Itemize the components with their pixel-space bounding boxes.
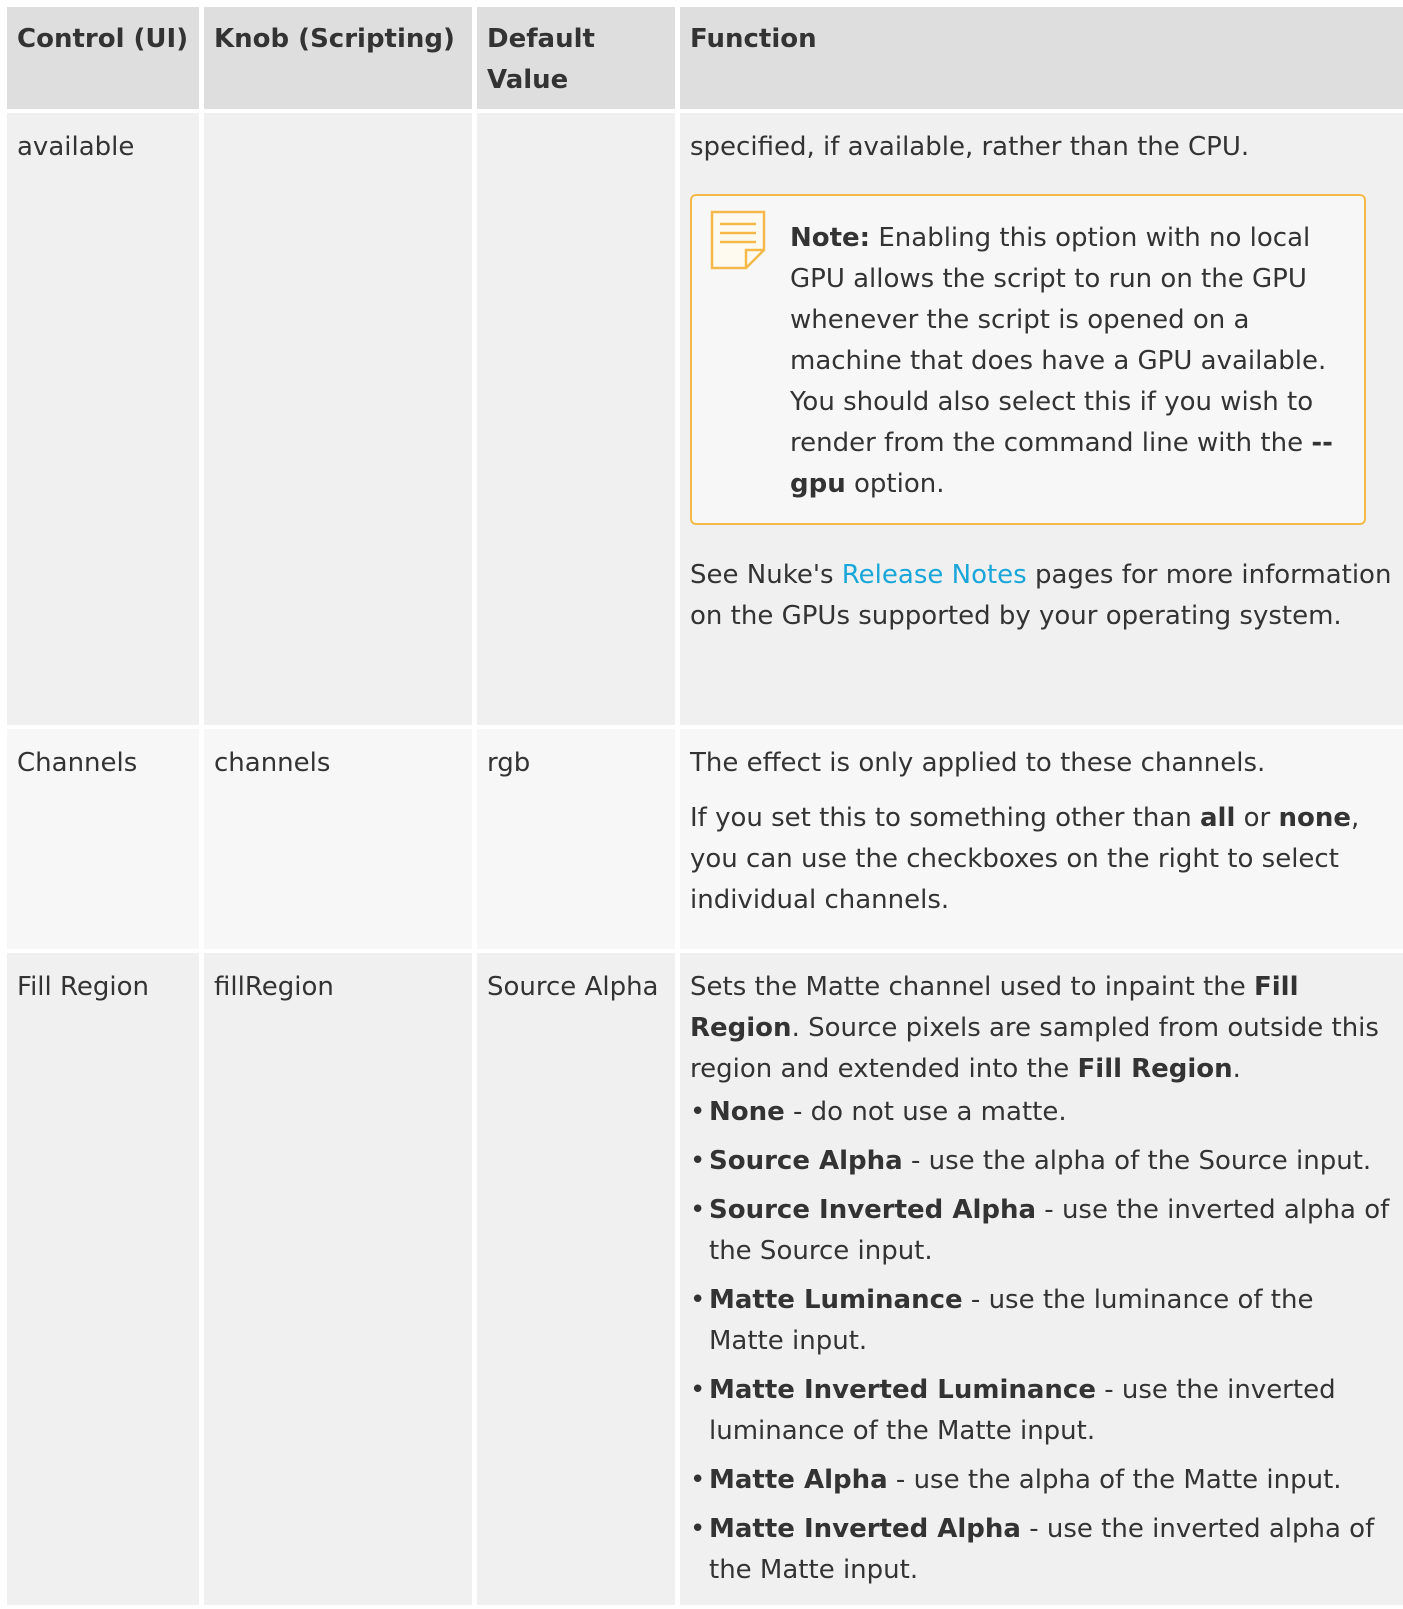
see-text: See Nuke's bbox=[690, 560, 842, 590]
cell-knob: fillRegion bbox=[204, 953, 477, 1609]
cell-control: Fill Region bbox=[7, 953, 204, 1609]
option-none: none bbox=[1278, 803, 1352, 833]
list-item: Source Alpha - use the alpha of the Sour… bbox=[690, 1141, 1393, 1182]
header-function: Function bbox=[680, 7, 1403, 113]
option-desc: - use the alpha of the Matte input. bbox=[887, 1465, 1342, 1495]
cell-function: The effect is only applied to these chan… bbox=[680, 729, 1403, 953]
header-control: Control (UI) bbox=[7, 7, 204, 113]
option-name: Matte Inverted Alpha bbox=[709, 1514, 1021, 1544]
function-text: The effect is only applied to these chan… bbox=[690, 748, 1266, 778]
option-all: all bbox=[1200, 803, 1236, 833]
option-desc: - do not use a matte. bbox=[784, 1097, 1067, 1127]
function-text: specified, if available, rather than the… bbox=[690, 132, 1250, 162]
list-item: Matte Inverted Luminance - use the inver… bbox=[690, 1370, 1393, 1452]
cell-default: Source Alpha bbox=[477, 953, 680, 1609]
text-run: . Source pixels are sampled from outside… bbox=[690, 1013, 1379, 1084]
text-run: or bbox=[1235, 803, 1279, 833]
release-notes-link[interactable]: Release Notes bbox=[842, 560, 1027, 590]
option-name: Source Alpha bbox=[709, 1146, 903, 1176]
cell-function: specified, if available, rather than the… bbox=[680, 113, 1403, 729]
list-item: None - do not use a matte. bbox=[690, 1092, 1393, 1133]
text-run: Sets the Matte channel used to inpaint t… bbox=[690, 972, 1254, 1002]
cell-default: rgb bbox=[477, 729, 680, 953]
table-row: available specified, if available, rathe… bbox=[7, 113, 1403, 729]
option-name: None bbox=[709, 1097, 785, 1127]
option-desc: - use the alpha of the Source input. bbox=[902, 1146, 1372, 1176]
cell-default bbox=[477, 113, 680, 729]
function-text: If you set this to something other than … bbox=[690, 798, 1393, 921]
table-row: Fill Region fillRegion Source Alpha Sets… bbox=[7, 953, 1403, 1609]
table-row: Channels channels rgb The effect is only… bbox=[7, 729, 1403, 953]
knob-reference-table: Control (UI) Knob (Scripting) Default Va… bbox=[7, 7, 1403, 1609]
note-label: Note: bbox=[790, 223, 871, 253]
option-name: Source Inverted Alpha bbox=[709, 1195, 1037, 1225]
note-text: Enabling this option with no local GPU a… bbox=[790, 223, 1327, 458]
function-text: Sets the Matte channel used to inpaint t… bbox=[690, 967, 1393, 1090]
text-run: . bbox=[1232, 1054, 1241, 1084]
list-item: Matte Inverted Alpha - use the inverted … bbox=[690, 1509, 1393, 1591]
list-item: Matte Luminance - use the luminance of t… bbox=[690, 1280, 1393, 1362]
text-run: If you set this to something other than bbox=[690, 803, 1200, 833]
cell-knob: channels bbox=[204, 729, 477, 953]
header-knob: Knob (Scripting) bbox=[204, 7, 477, 113]
note-text-end: option. bbox=[845, 469, 945, 499]
option-name: Matte Inverted Luminance bbox=[709, 1375, 1096, 1405]
table-header-row: Control (UI) Knob (Scripting) Default Va… bbox=[7, 7, 1403, 113]
cell-function: Sets the Matte channel used to inpaint t… bbox=[680, 953, 1403, 1609]
release-notes-paragraph: See Nuke's Release Notes pages for more … bbox=[690, 555, 1393, 637]
note-body: Note: Enabling this option with no local… bbox=[790, 223, 1333, 499]
note-icon bbox=[710, 210, 768, 270]
note-box: Note: Enabling this option with no local… bbox=[690, 194, 1366, 525]
cell-knob bbox=[204, 113, 477, 729]
option-name: Matte Luminance bbox=[709, 1285, 963, 1315]
header-default-value: Default Value bbox=[477, 7, 680, 113]
option-name: Matte Alpha bbox=[709, 1465, 888, 1495]
cell-control: available bbox=[7, 113, 204, 729]
list-item: Matte Alpha - use the alpha of the Matte… bbox=[690, 1460, 1393, 1501]
cell-control: Channels bbox=[7, 729, 204, 953]
fill-region-term: Fill Region bbox=[1077, 1054, 1233, 1084]
fill-region-options: None - do not use a matte. Source Alpha … bbox=[690, 1092, 1393, 1591]
list-item: Source Inverted Alpha - use the inverted… bbox=[690, 1190, 1393, 1272]
